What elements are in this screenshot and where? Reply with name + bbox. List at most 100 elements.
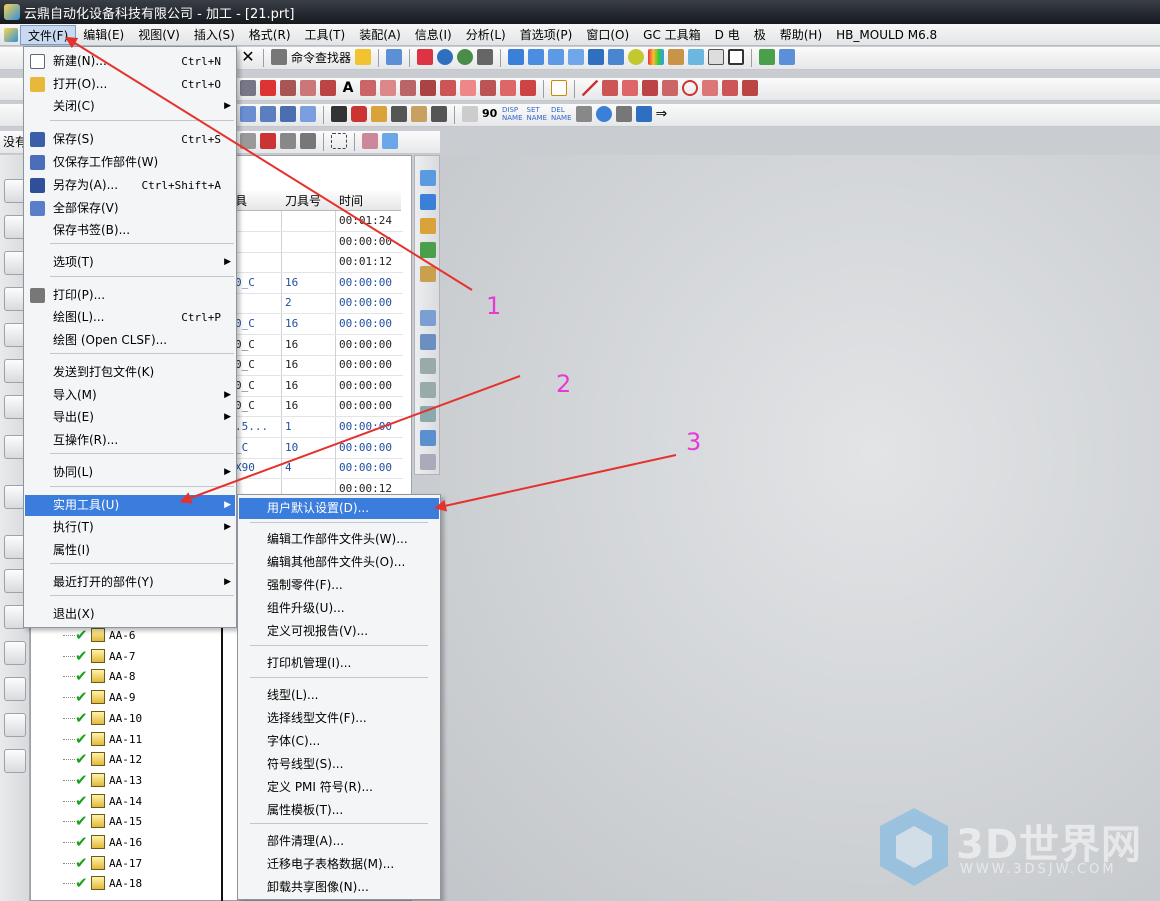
intersect-curve-icon[interactable] (420, 80, 436, 96)
drawing-icon[interactable] (260, 106, 276, 122)
cube-iso-icon[interactable] (588, 49, 605, 65)
users-icon[interactable] (4, 677, 26, 701)
cube-trimetric-icon[interactable] (608, 49, 625, 65)
paint-icon[interactable] (371, 106, 387, 122)
verify-toolpath-icon[interactable] (420, 382, 436, 398)
utilities-menu-item[interactable]: 卸载共享图像(N)... (239, 877, 439, 898)
menu-window[interactable]: 窗口(O) (579, 25, 636, 45)
create-method-icon[interactable] (420, 242, 436, 258)
operation-tree-item[interactable]: ✔ AA-16 (31, 832, 221, 853)
table-layout-icon[interactable] (240, 106, 256, 122)
cube-view-icon[interactable] (508, 49, 525, 65)
operation-tree-item[interactable]: ✔ AA-12 (31, 749, 221, 770)
utilities-menu-item[interactable]: 迁移电子表格数据(M)... (239, 854, 439, 875)
delete-icon[interactable]: ✕ (240, 49, 256, 65)
machine-icon[interactable] (4, 749, 26, 773)
move-right-icon[interactable]: ⇒ (656, 106, 672, 122)
rotate-icon[interactable] (457, 49, 474, 65)
del-name-label[interactable]: DEL NAME (551, 106, 572, 124)
arc-icon[interactable] (280, 80, 296, 96)
rotate-90-icon[interactable]: 90 (482, 106, 498, 122)
utilities-menu-item[interactable]: 组件升级(U)... (239, 598, 439, 619)
command-finder-icon[interactable] (271, 49, 287, 65)
project-curve-icon[interactable] (400, 80, 416, 96)
utilities-menu-item[interactable]: 符号线型(S)... (239, 754, 439, 775)
bottle-icon[interactable] (575, 106, 592, 122)
file-menu-item[interactable]: 全部保存(V) (25, 198, 235, 219)
render-icon[interactable] (477, 49, 494, 65)
grid-icon[interactable] (462, 106, 478, 122)
operation-tree-item[interactable]: ✔ AA-13 (31, 770, 221, 791)
section-icon[interactable] (688, 49, 705, 65)
operation-tree-item[interactable]: ✔ AA-10 (31, 708, 221, 729)
menu-analysis[interactable]: 分析(L) (459, 25, 513, 45)
helix-icon[interactable] (320, 80, 336, 96)
cube-right-icon[interactable] (568, 49, 585, 65)
operation-tree-item[interactable]: ✔ AA-17 (31, 853, 221, 874)
cube-front-icon[interactable] (528, 49, 545, 65)
file-menu-item[interactable]: 绘图 (Open CLSF)... (25, 330, 235, 351)
utilities-menu-item[interactable]: 打印机管理(I)... (239, 653, 439, 674)
background-icon[interactable] (728, 49, 745, 65)
utilities-menu-item[interactable]: 定义 PMI 符号(R)... (239, 777, 439, 798)
file-menu-item[interactable]: 互操作(R)... (25, 430, 235, 451)
perpendicular-icon[interactable] (642, 80, 658, 96)
create-geometry-icon[interactable] (420, 218, 436, 234)
system-scene-icon[interactable] (4, 641, 26, 665)
operation-tree-item[interactable]: ✔ AA-14 (31, 791, 221, 812)
file-menu-item[interactable]: 保存(S) Ctrl+S (25, 129, 235, 150)
cube-top-icon[interactable] (548, 49, 565, 65)
replay-toolpath-icon[interactable] (420, 334, 436, 350)
wizard-icon[interactable] (355, 49, 372, 65)
user-defaults-menu-item[interactable]: 用户默认设置(D)... (239, 498, 439, 519)
column-header-tool[interactable]: 具 (231, 191, 281, 211)
utilities-menu-item[interactable]: 编辑工作部件文件头(W)... (239, 529, 439, 550)
bridge-curve-icon[interactable] (380, 80, 396, 96)
circle-icon[interactable] (682, 80, 698, 96)
pick-icon[interactable] (280, 133, 296, 149)
menu-tools[interactable]: 工具(T) (298, 25, 353, 45)
body-icon[interactable] (382, 133, 398, 149)
tool-icon[interactable] (300, 133, 316, 149)
menu-electrode[interactable]: D 电 (708, 25, 747, 45)
file-menu-item[interactable]: 执行(T) ▶ (25, 517, 235, 538)
fillet-icon[interactable] (702, 80, 718, 96)
text-icon[interactable]: A (340, 80, 356, 96)
spline-icon[interactable] (300, 80, 316, 96)
pencil-icon[interactable] (331, 106, 347, 122)
create-tool-icon[interactable] (420, 194, 436, 210)
divide-curve-icon[interactable] (480, 80, 496, 96)
set-name-label[interactable]: SET NAME (527, 106, 548, 124)
menu-file[interactable]: 文件(F) (20, 24, 77, 45)
utilities-menu-item[interactable]: 选择线型文件(F)... (239, 708, 439, 729)
operation-tree-item[interactable]: ✔ AA-6 (31, 625, 221, 646)
utilities-menu-item[interactable]: 属性模板(T)... (239, 800, 439, 821)
generate-toolpath-icon[interactable] (420, 310, 436, 326)
menu-edit[interactable]: 编辑(E) (76, 25, 131, 45)
brush-icon[interactable] (411, 106, 427, 122)
menu-gc-toolbox[interactable]: GC 工具箱 (636, 25, 708, 45)
chamfer-icon[interactable] (722, 80, 738, 96)
edit-icon[interactable] (635, 106, 652, 122)
shaded-sphere-icon[interactable] (628, 49, 645, 65)
assembly-icon[interactable] (759, 49, 776, 65)
file-menu-item[interactable]: 选项(T) ▶ (25, 252, 235, 273)
file-menu-item[interactable]: 发送到打包文件(K) (25, 362, 235, 383)
report-icon[interactable] (4, 713, 26, 737)
wireframe-icon[interactable] (708, 49, 725, 65)
hide-icon[interactable] (615, 106, 632, 122)
point-icon[interactable] (260, 133, 276, 149)
create-operation-icon[interactable] (420, 266, 436, 282)
snap-icon[interactable] (240, 133, 256, 149)
menu-help[interactable]: 帮助(H) (773, 25, 829, 45)
file-menu-item[interactable]: 协同(L) ▶ (25, 462, 235, 483)
tangent-arc-icon[interactable] (662, 80, 678, 96)
file-menu-item[interactable]: 绘图(L)... Ctrl+P (25, 307, 235, 328)
utilities-menu-item[interactable]: 部件清理(A)... (239, 831, 439, 852)
menu-information[interactable]: 信息(I) (408, 25, 459, 45)
sketch-icon[interactable] (551, 80, 567, 96)
file-menu-item[interactable]: 新建(N)... Ctrl+N (25, 51, 235, 72)
corner-icon[interactable] (742, 80, 758, 96)
file-menu-item[interactable]: 另存为(A)... Ctrl+Shift+A (25, 175, 235, 196)
delete-toolpath-icon[interactable] (420, 406, 436, 422)
